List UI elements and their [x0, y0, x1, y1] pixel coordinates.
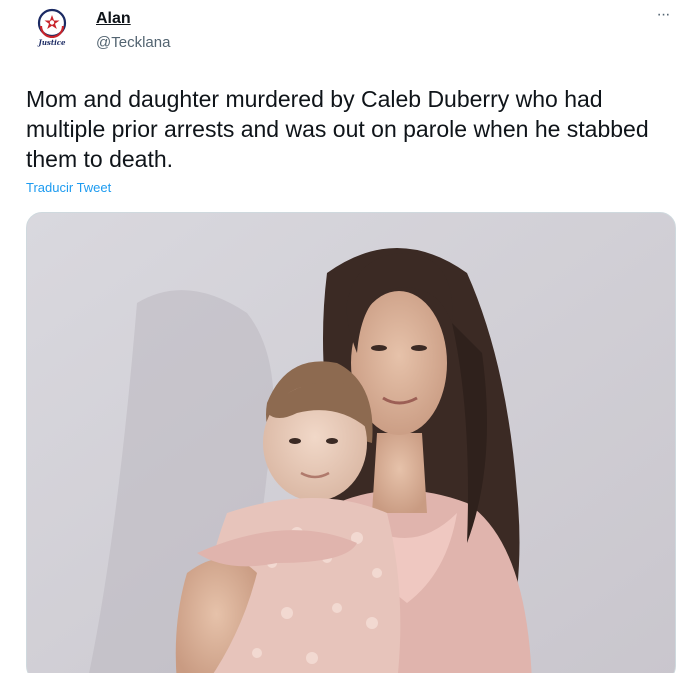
author-name[interactable]: Alan [96, 10, 131, 28]
more-options-button[interactable]: ··· [652, 6, 674, 26]
justice-badge-icon [37, 8, 67, 38]
author-handle[interactable]: @Tecklana [96, 34, 170, 51]
photo-mother-daughter [27, 213, 675, 673]
avatar-label: Justice [38, 38, 66, 47]
more-options-icon: ··· [656, 6, 671, 23]
tweet-photo[interactable] [26, 212, 676, 673]
tweet-text: Mom and daughter murdered by Caleb Duber… [26, 86, 649, 172]
avatar[interactable]: Justice [30, 8, 74, 52]
translate-tweet-link[interactable]: Traducir Tweet [26, 180, 111, 195]
tweet-card: Justice Alan @Tecklana ··· Mom and daugh… [0, 0, 700, 673]
